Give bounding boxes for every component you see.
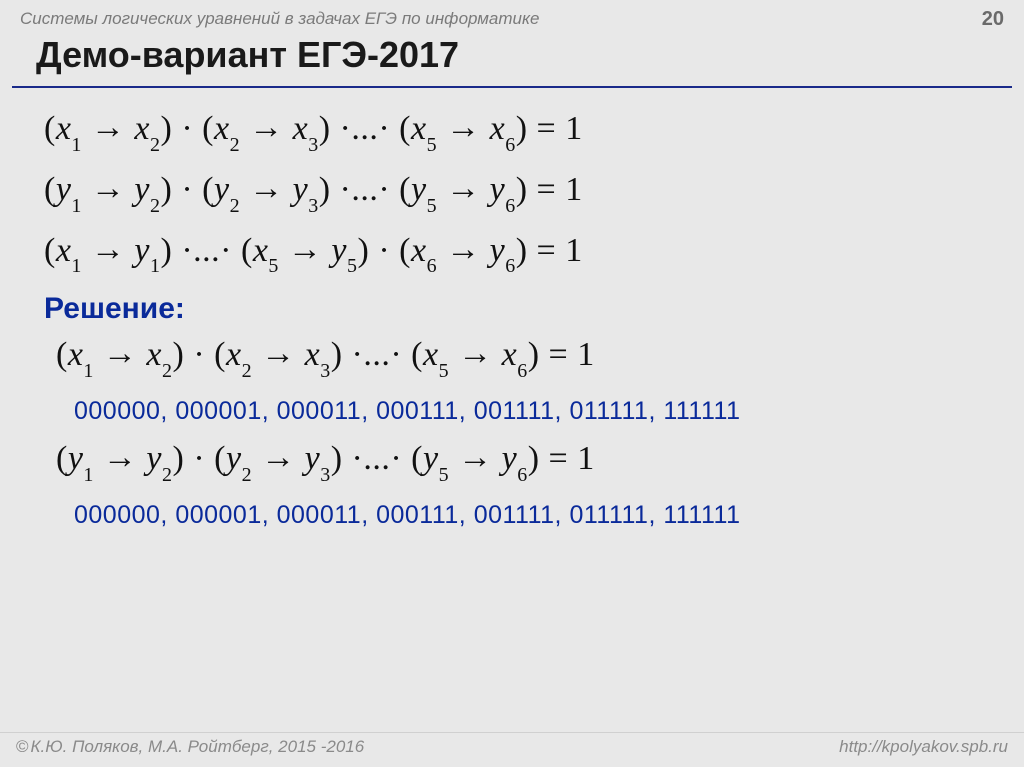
footer-url: http://kpolyakov.spb.ru [839, 737, 1008, 757]
footer: ©К.Ю. Поляков, М.А. Ройтберг, 2015 -2016… [0, 732, 1024, 767]
solution-bits-x: 000000, 000001, 000011, 000111, 001111, … [74, 397, 1000, 426]
equation-1: (x1 → x2) · (x2 → x3) ·...· (x5 → x6) = … [44, 110, 1000, 153]
page-number: 20 [982, 8, 1004, 31]
footer-authors: ©К.Ю. Поляков, М.А. Ройтберг, 2015 -2016 [16, 737, 364, 757]
equation-2: (y1 → y2) · (y2 → y3) ·...· (y5 → y6) = … [44, 171, 1000, 214]
solution-equation-y: (y1 → y2) · (y2 → y3) ·...· (y5 → y6) = … [56, 440, 1000, 483]
header-subject: Системы логических уравнений в задачах Е… [20, 9, 540, 29]
slide-title: Демо-вариант ЕГЭ-2017 [36, 34, 459, 76]
title-rule [12, 86, 1012, 88]
slide: Системы логических уравнений в задачах Е… [0, 0, 1024, 767]
solution-bits-y: 000000, 000001, 000011, 000111, 001111, … [74, 501, 1000, 530]
top-bar: Системы логических уравнений в задачах Е… [0, 0, 1024, 34]
content: (x1 → x2) · (x2 → x3) ·...· (x5 → x6) = … [44, 100, 1000, 544]
solution-label: Решение: [44, 292, 1000, 326]
solution-equation-x: (x1 → x2) · (x2 → x3) ·...· (x5 → x6) = … [56, 336, 1000, 379]
copyright-icon: © [16, 737, 29, 756]
equation-3: (x1 → y1) ·...· (x5 → y5) · (x6 → y6) = … [44, 232, 1000, 275]
